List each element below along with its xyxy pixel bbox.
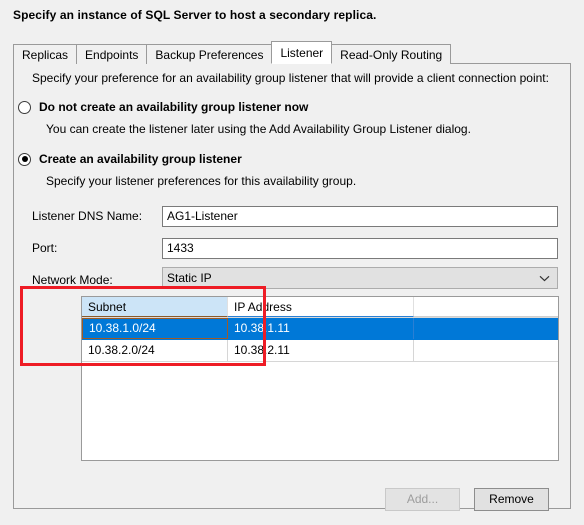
tab-label: Endpoints: [85, 48, 139, 62]
tab-label: Replicas: [22, 48, 69, 62]
subnet-ip-listview[interactable]: Subnet IP Address 10.38.1.0/24 10.38.1.1…: [81, 296, 559, 461]
table-row[interactable]: 10.38.2.0/24 10.38.2.11: [82, 340, 558, 362]
cell-ip-address: 10.38.1.11: [228, 318, 414, 339]
cell-filler: [414, 318, 558, 339]
listview-header-row: Subnet IP Address: [82, 297, 558, 318]
add-button[interactable]: Add...: [385, 488, 460, 511]
tab-listener[interactable]: Listener: [271, 41, 333, 64]
listener-tab-page: Specify your preference for an availabil…: [13, 63, 571, 509]
tab-endpoints[interactable]: Endpoints: [76, 44, 148, 64]
tab-read-only-routing[interactable]: Read-Only Routing: [331, 44, 452, 64]
column-header-ip-address[interactable]: IP Address: [228, 297, 414, 317]
page-title: Specify an instance of SQL Server to hos…: [13, 8, 377, 22]
tab-strip: Replicas Endpoints Backup Preferences Li…: [13, 41, 452, 64]
column-header-filler: [414, 297, 558, 317]
radio-mark-selected-icon: [18, 152, 31, 166]
listener-dns-name-input[interactable]: AG1-Listener: [162, 206, 558, 227]
network-mode-value: Static IP: [167, 271, 212, 285]
radio-create-listener[interactable]: Create an availability group listener: [18, 152, 242, 166]
listener-intro-text: Specify your preference for an availabil…: [32, 71, 549, 85]
cell-subnet: 10.38.2.0/24: [82, 340, 228, 361]
radio-description-do-not-create: You can create the listener later using …: [46, 122, 471, 136]
radio-do-not-create-listener[interactable]: Do not create an availability group list…: [18, 100, 308, 114]
cell-ip-address: 10.38.2.11: [228, 340, 414, 361]
tab-label: Read-Only Routing: [340, 48, 443, 62]
chevron-down-icon[interactable]: [539, 268, 550, 288]
radio-description-create: Specify your listener preferences for th…: [46, 174, 357, 188]
cell-subnet: 10.38.1.0/24: [82, 318, 228, 339]
tab-backup-preferences[interactable]: Backup Preferences: [146, 44, 273, 64]
column-header-subnet[interactable]: Subnet: [82, 297, 228, 317]
network-mode-combobox[interactable]: Static IP: [162, 267, 558, 289]
radio-label: Create an availability group listener: [39, 152, 242, 166]
table-row[interactable]: 10.38.1.0/24 10.38.1.11: [82, 318, 558, 340]
tab-label: Listener: [280, 46, 324, 60]
radio-mark-icon: [18, 100, 31, 114]
remove-button[interactable]: Remove: [474, 488, 549, 511]
network-mode-label: Network Mode:: [32, 273, 113, 287]
tab-label: Backup Preferences: [155, 48, 264, 62]
radio-label: Do not create an availability group list…: [39, 100, 309, 114]
tab-replicas[interactable]: Replicas: [13, 44, 78, 64]
cell-filler: [414, 340, 558, 361]
port-input[interactable]: 1433: [162, 238, 558, 259]
listener-dns-name-label: Listener DNS Name:: [32, 209, 143, 223]
port-label: Port:: [32, 241, 58, 255]
